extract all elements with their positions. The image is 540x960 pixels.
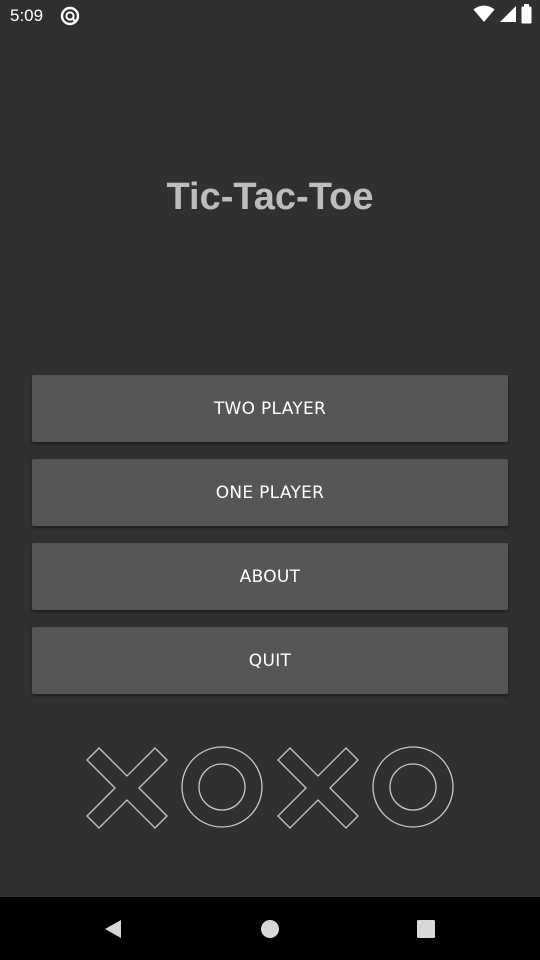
one-player-button[interactable]: ONE PLAYER: [32, 459, 508, 526]
no-disturb-badge-icon: [60, 6, 80, 26]
xoxo-decoration: [80, 740, 460, 834]
two-player-button[interactable]: TWO PLAYER: [32, 375, 508, 442]
app-title: Tic-Tac-Toe: [166, 176, 374, 218]
o-mark-icon: [372, 746, 454, 828]
recents-icon[interactable]: [396, 897, 456, 960]
wifi-icon: [473, 5, 495, 28]
back-icon[interactable]: [83, 897, 143, 960]
cell-signal-icon: [499, 5, 517, 28]
battery-icon: [521, 3, 532, 29]
x-mark-icon: [86, 747, 168, 829]
status-bar: 5:09: [0, 0, 540, 32]
o-mark-icon: [181, 746, 263, 828]
status-icons: [473, 3, 532, 29]
quit-button[interactable]: QUIT: [32, 627, 508, 694]
status-time: 5:09: [10, 6, 44, 25]
navigation-bar: [0, 897, 540, 960]
x-mark-icon: [277, 747, 359, 829]
home-icon[interactable]: [240, 897, 300, 960]
about-button[interactable]: ABOUT: [32, 543, 508, 610]
